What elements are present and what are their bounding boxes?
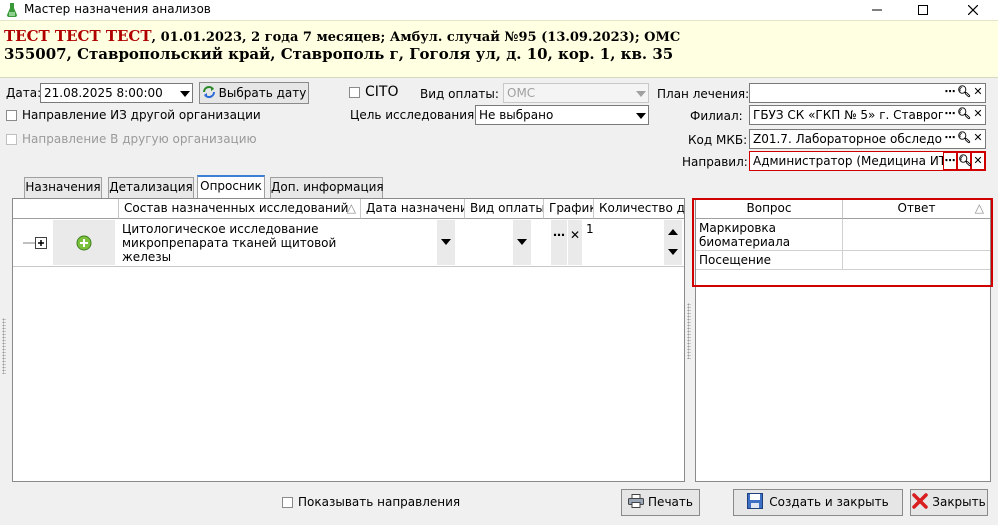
show-referrals-label: Показывать направления <box>298 495 461 509</box>
clear-icon[interactable]: ✕ <box>971 130 985 148</box>
maximize-button[interactable] <box>900 0 946 20</box>
clear-icon[interactable]: ✕ <box>971 106 985 124</box>
left-splitter-grip[interactable] <box>2 318 6 374</box>
minimize-icon <box>872 9 882 11</box>
patient-details: , 01.01.2023, 2 года 7 месяцев; Амбул. с… <box>151 30 681 45</box>
create-close-label: Создать и закрыть <box>769 495 889 509</box>
save-icon <box>747 493 764 509</box>
print-label: Печать <box>648 495 693 509</box>
tab-details[interactable]: Детализация <box>108 177 194 198</box>
patient-summary: ТЕСТ ТЕСТ ТЕСТ, 01.01.2023, 2 года 7 мес… <box>4 27 680 45</box>
grid-header-spacer <box>13 199 119 219</box>
show-referrals-checkbox[interactable] <box>282 497 293 508</box>
purpose-value: Не выбрано <box>479 108 554 122</box>
plan-label: План лечения: <box>657 87 750 101</box>
add-cell <box>53 220 115 265</box>
cito-checkbox[interactable] <box>349 87 360 98</box>
choose-date-button[interactable]: Выбрать дату <box>199 82 309 104</box>
tab-extra-info[interactable]: Доп. информация <box>270 177 384 198</box>
cito-label: CITO <box>365 84 399 100</box>
col-date[interactable]: Дата назначения <box>361 199 465 219</box>
print-button[interactable]: Печать <box>621 489 700 516</box>
tab-questionnaire[interactable]: Опросник <box>197 175 265 198</box>
patient-name: ТЕСТ ТЕСТ ТЕСТ <box>4 27 152 45</box>
referrer-lookup[interactable]: Администратор (Медицина ИТ) ⋯ 🔍︎ ✕ <box>749 151 986 171</box>
mkb-label: Код МКБ: <box>688 133 748 147</box>
purpose-label: Цель исследования: <box>350 108 479 122</box>
refresh-icon <box>202 86 215 98</box>
clear-icon[interactable]: ✕ <box>971 152 985 170</box>
study-name: Цитологическое исследование микропрепара… <box>122 222 337 264</box>
questionnaire-highlight <box>692 198 993 287</box>
spin-up-icon[interactable] <box>668 229 678 235</box>
printer-icon <box>628 494 645 508</box>
payment-combo[interactable]: ОМС <box>503 83 649 103</box>
app-flask-icon <box>7 3 17 17</box>
chevron-down-icon <box>636 113 646 119</box>
col-studies[interactable]: Состав назначенных исследований △ <box>119 199 361 219</box>
referrer-value: Администратор (Медицина ИТ) <box>753 154 951 168</box>
date-combo[interactable]: 21.08.2025 8:00:00 <box>40 83 193 103</box>
branch-lookup[interactable]: ГБУЗ СК «ГКП № 5» г. Ставропо... ⋯ 🔍︎ ✕ <box>749 105 986 125</box>
purpose-combo[interactable]: Не выбрано <box>475 105 649 125</box>
tab-appointments[interactable]: Назначения <box>24 177 102 198</box>
clear-icon[interactable]: ✕ <box>971 84 985 102</box>
chevron-down-icon <box>180 91 190 97</box>
add-circle-icon[interactable] <box>76 235 92 251</box>
more-button[interactable]: ⋯ <box>943 106 957 124</box>
close-icon <box>912 493 929 509</box>
referrer-label: Направил: <box>682 155 748 169</box>
chevron-down-icon <box>441 239 451 245</box>
chevron-down-icon <box>636 91 646 97</box>
chevron-down-icon <box>517 239 527 245</box>
payment-value: ОМС <box>507 86 536 100</box>
from-other-org-label: Направление ИЗ другой организации <box>22 108 261 122</box>
branch-value: ГБУЗ СК «ГКП № 5» г. Ставропо... <box>753 108 965 122</box>
close-button[interactable]: Закрыть <box>910 489 988 516</box>
create-close-button[interactable]: Создать и закрыть <box>733 489 903 516</box>
clear-icon[interactable]: ✕ <box>568 220 582 265</box>
close-icon <box>967 4 979 16</box>
from-other-org-checkbox[interactable] <box>6 110 17 121</box>
maximize-icon <box>918 5 928 15</box>
patient-header: ТЕСТ ТЕСТ ТЕСТ, 01.01.2023, 2 года 7 мес… <box>0 20 998 78</box>
plan-lookup[interactable]: ⋯ 🔍︎ ✕ <box>749 83 986 103</box>
mkb-value: Z01.7. Лабораторное обследова... <box>753 132 968 146</box>
search-icon[interactable]: 🔍︎ <box>957 130 971 148</box>
date-value: 21.08.2025 8:00:00 <box>44 86 163 100</box>
col-payment[interactable]: Вид оплаты <box>465 199 544 219</box>
minimize-button[interactable] <box>854 0 900 20</box>
to-other-org-checkbox[interactable] <box>6 134 17 145</box>
choose-date-label: Выбрать дату <box>218 86 307 100</box>
payment-dropdown[interactable] <box>513 220 531 265</box>
mkb-lookup[interactable]: Z01.7. Лабораторное обследова... ⋯ 🔍︎ ✕ <box>749 129 986 149</box>
expand-icon[interactable] <box>23 236 49 250</box>
spin-down-icon[interactable] <box>668 249 678 255</box>
date-dropdown[interactable] <box>437 220 455 265</box>
close-label: Закрыть <box>932 495 986 509</box>
table-row[interactable]: Цитологическое исследование микропрепара… <box>13 219 684 267</box>
search-icon[interactable]: 🔍︎ <box>957 84 971 102</box>
search-icon[interactable]: 🔍︎ <box>957 106 971 124</box>
center-splitter-grip[interactable] <box>687 303 691 359</box>
more-button[interactable]: ⋯ <box>943 152 957 170</box>
sort-icon: △ <box>346 201 356 215</box>
to-other-org-label: Направление В другую организацию <box>22 132 257 146</box>
patient-address: 355007, Ставропольский край, Ставрополь … <box>4 45 674 63</box>
quantity-spinner[interactable] <box>664 220 682 265</box>
more-button[interactable]: ⋯ <box>943 130 957 148</box>
title-bar: Мастер назначения анализов <box>0 0 998 20</box>
branch-label: Филиал: <box>690 109 743 123</box>
window-title: Мастер назначения анализов <box>24 2 211 16</box>
col-schedule[interactable]: График <box>544 199 594 219</box>
close-window-button[interactable] <box>950 0 996 20</box>
col-quantity[interactable]: Количество д... <box>594 199 684 219</box>
payment-label: Вид оплаты: <box>420 87 499 101</box>
search-icon[interactable]: 🔍︎ <box>957 152 972 170</box>
studies-grid: Состав назначенных исследований △ Дата на… <box>12 198 685 482</box>
quantity-value: 1 <box>586 222 594 236</box>
schedule-more-button[interactable]: ⋯ <box>551 220 567 265</box>
more-button[interactable]: ⋯ <box>943 84 957 102</box>
date-label: Дата: <box>6 86 42 100</box>
